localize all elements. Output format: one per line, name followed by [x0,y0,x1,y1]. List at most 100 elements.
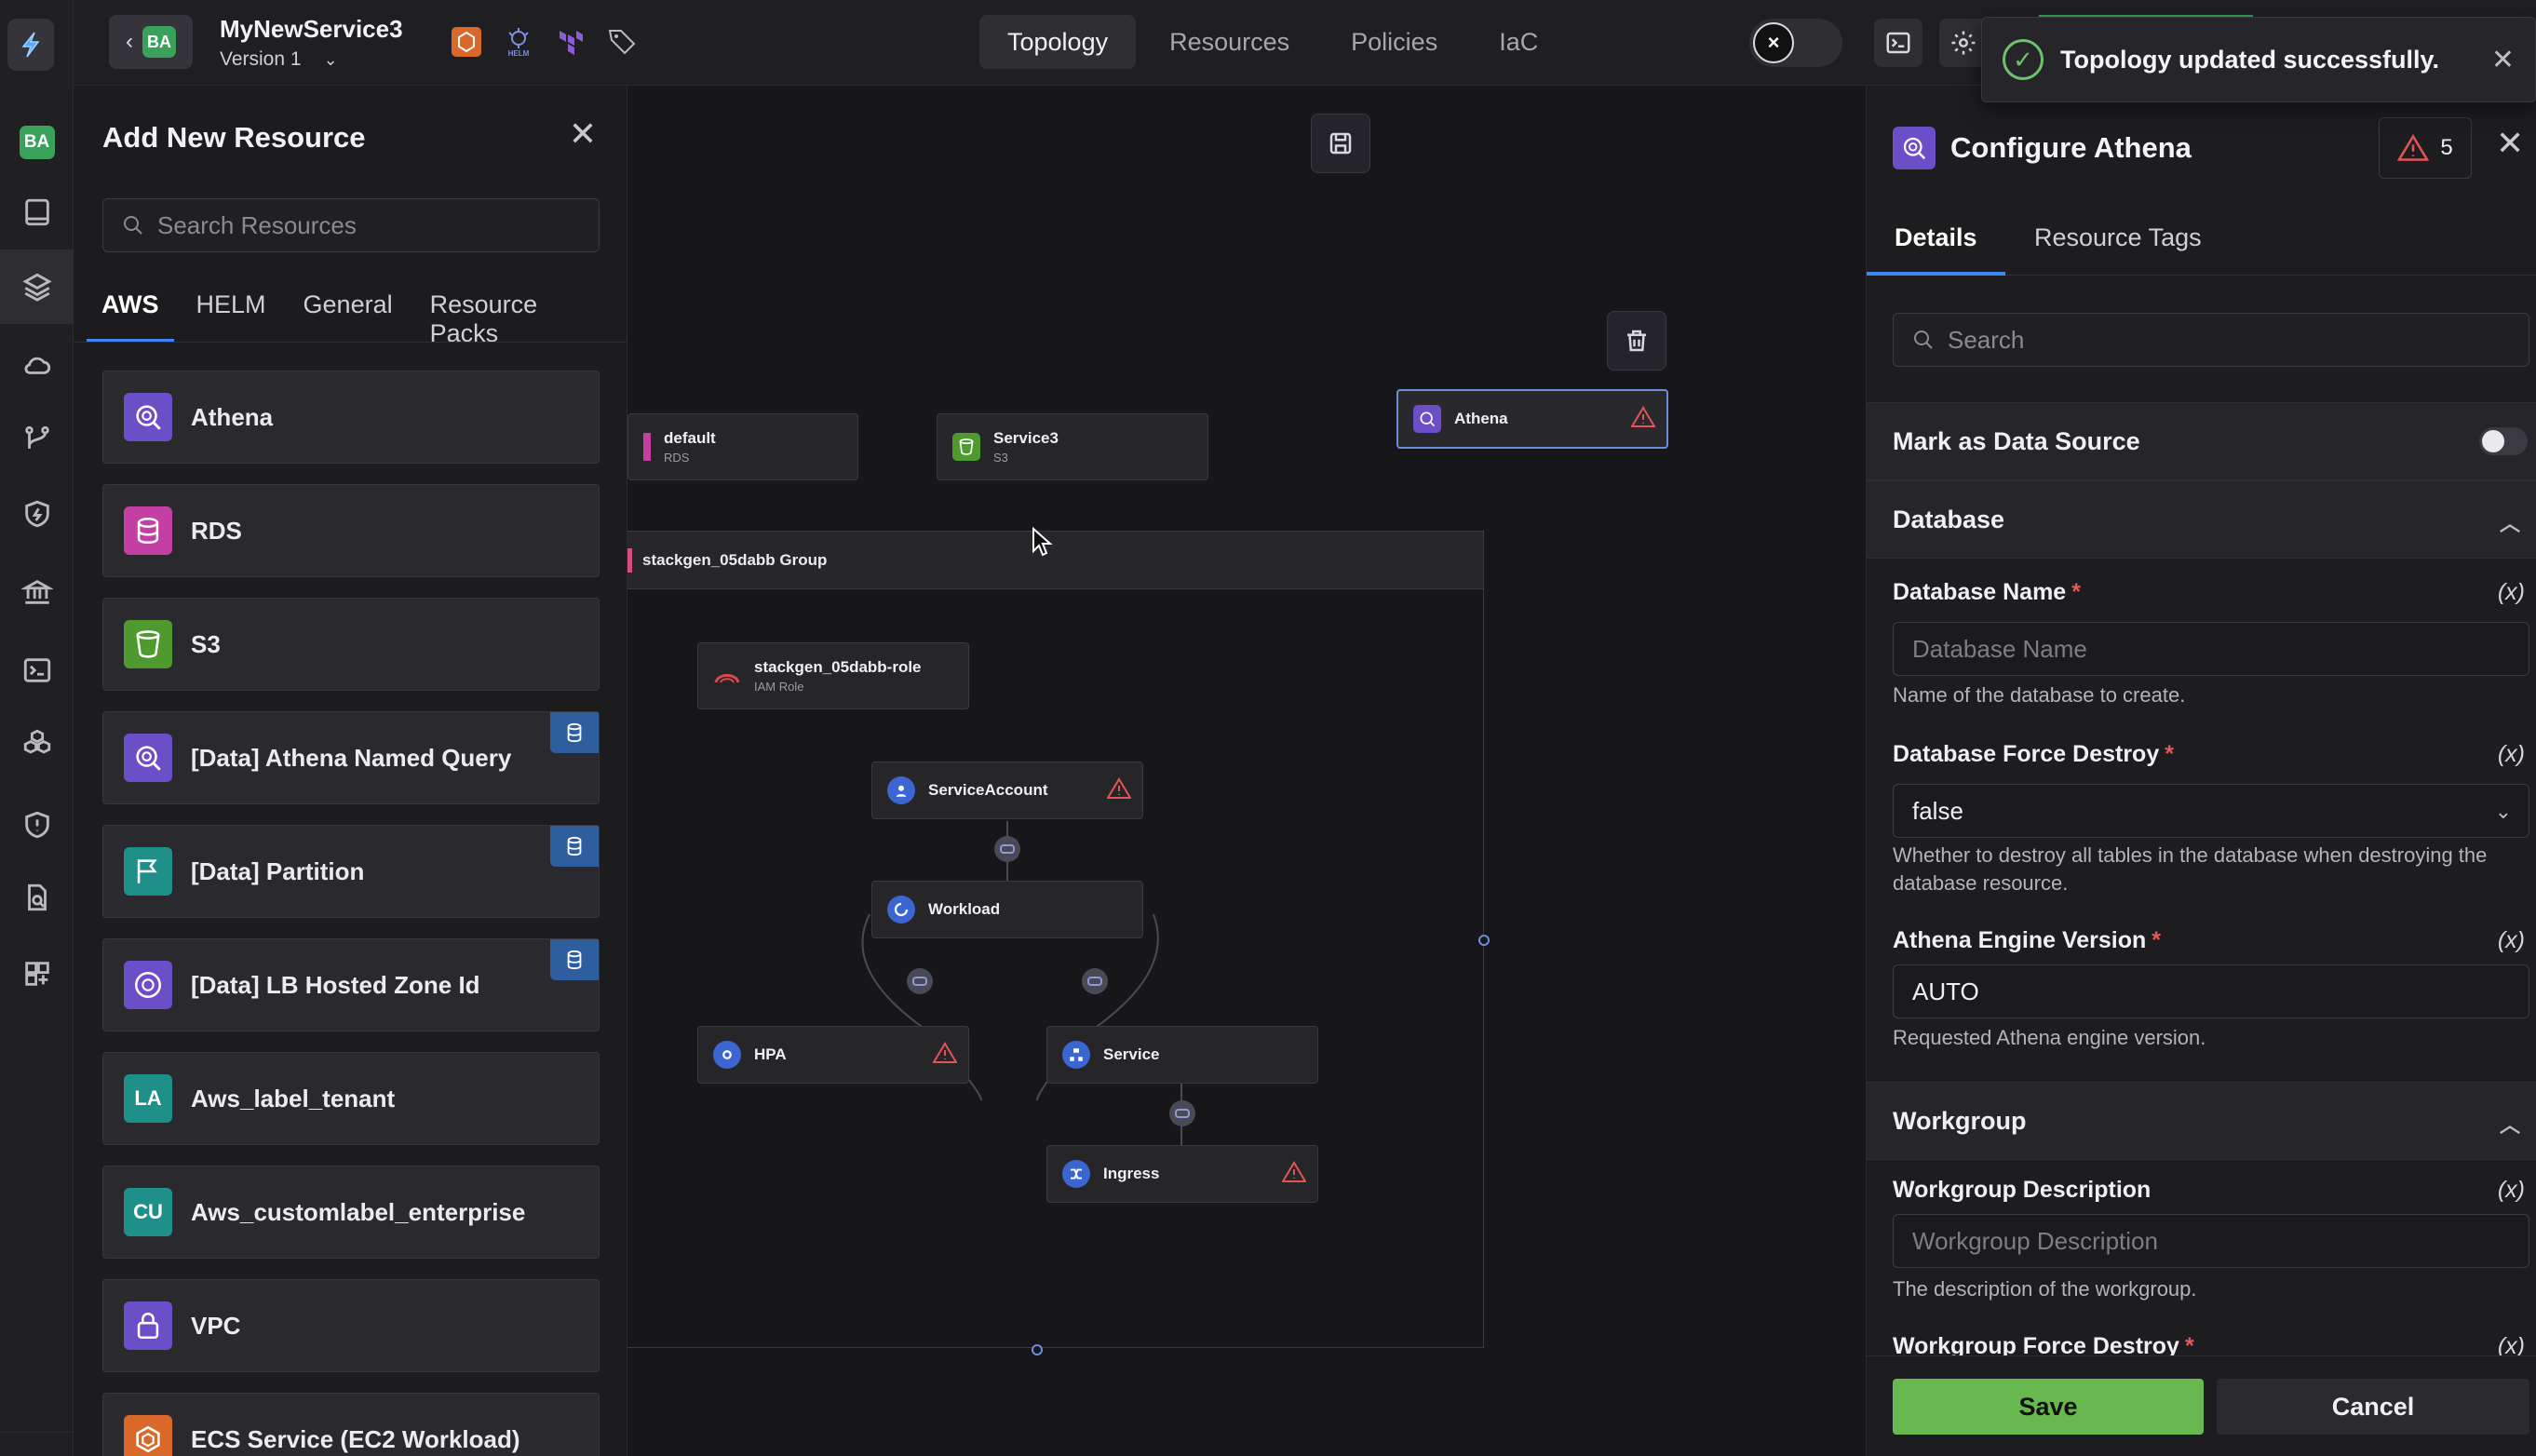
role-icon [713,662,741,690]
delete-button[interactable] [1607,311,1666,371]
workspace-badge-small: BA [142,26,176,58]
save-layout-button[interactable] [1311,114,1370,173]
rail-workspace[interactable]: BA [0,105,74,180]
chevron-left-icon: ‹ [126,29,133,54]
cubes-icon[interactable] [0,706,74,780]
version-selector[interactable]: Version 1 ⌄ [220,48,338,71]
section-workgroup[interactable]: Workgroup ︿ [1867,1082,2536,1160]
db-name-input[interactable] [1912,634,2508,664]
variable-icon[interactable]: (x) [2498,741,2525,768]
node-subtitle: S3 [993,451,1008,465]
doc-search-icon[interactable] [0,860,74,935]
warning-icon[interactable] [1106,777,1132,804]
terminal-button[interactable] [1874,19,1922,67]
edge-connector[interactable] [1082,968,1108,994]
tab-resources[interactable]: Resources [1141,15,1317,69]
warning-icon[interactable] [1281,1161,1307,1188]
node-text: default RDS [664,429,716,465]
warning-icon[interactable] [932,1042,958,1069]
close-icon[interactable]: ✕ [2496,127,2524,160]
terraform-icon[interactable] [553,24,588,60]
node-service[interactable]: Service [1046,1026,1318,1084]
data-source-toggle[interactable] [2479,427,2528,455]
helm-icon[interactable]: HELM [501,24,536,60]
terminal-icon[interactable] [0,633,74,708]
node-title: Ingress [1103,1165,1160,1182]
tab-iac[interactable]: IaC [1471,15,1566,69]
tab-topology[interactable]: Topology [979,15,1137,69]
tab-resource-tags[interactable]: Resource Tags [2006,214,2230,276]
list-item[interactable]: Athena [102,371,600,464]
list-item[interactable]: [Data] Partition [102,825,600,918]
resource-name: Athena [191,402,274,431]
k8s-hpa-icon [713,1041,741,1069]
tab-helm[interactable]: HELM [182,290,281,343]
variable-icon[interactable]: (x) [2498,579,2525,606]
apps-add-icon[interactable] [0,937,74,1011]
list-item[interactable]: LA Aws_label_tenant [102,1052,600,1145]
node-default-rds[interactable]: default RDS [627,413,858,480]
tab-policies[interactable]: Policies [1323,15,1465,69]
search-resources-input[interactable] [157,210,586,240]
close-icon[interactable]: ✕ [569,117,597,151]
node-ingress[interactable]: Ingress [1046,1145,1318,1203]
section-database[interactable]: Database ︿ [1867,480,2536,559]
back-button[interactable]: ‹ BA [109,15,193,69]
config-search [1893,313,2529,367]
db-force-select[interactable]: false ⌄ [1893,784,2529,838]
edge-connector[interactable] [907,968,933,994]
cloud-icon[interactable] [0,328,74,402]
node-service-account[interactable]: ServiceAccount [871,762,1143,819]
edge-connector[interactable] [994,836,1020,862]
mode-toggle[interactable]: × [1749,19,1842,67]
search-input[interactable] [1948,325,2506,355]
tab-resource-packs[interactable]: Resource Packs [415,290,619,347]
node-iam-role[interactable]: stackgen_05dabb-role IAM Role [697,642,969,709]
list-item[interactable]: VPC [102,1279,600,1372]
wg-desc-input[interactable] [1912,1226,2508,1256]
resize-handle[interactable] [1478,935,1490,946]
tab-aws[interactable]: AWS [87,290,174,343]
node-hpa[interactable]: HPA [697,1026,969,1084]
warning-icon[interactable] [1630,406,1656,433]
list-item[interactable]: RDS [102,484,600,577]
group-header[interactable]: stackgen_05dabb Group [627,532,1483,589]
shield-bolt-icon[interactable] [0,477,74,551]
engine-field[interactable]: AUTO [1893,964,2529,1018]
variable-icon[interactable]: (x) [2498,927,2525,954]
node-workload[interactable]: Workload [871,881,1143,938]
node-athena[interactable]: Athena [1396,389,1668,449]
list-item[interactable]: S3 [102,598,600,691]
node-service3-s3[interactable]: Service3 S3 [937,413,1208,480]
toast-notification: ✓ Topology updated successfully. ✕ [1981,17,2536,102]
list-item[interactable]: [Data] Athena Named Query [102,711,600,804]
config-tabs: Details Resource Tags [1867,214,2536,276]
tab-details[interactable]: Details [1867,214,2005,276]
node-text: Athena [1454,410,1508,428]
bank-icon[interactable] [0,555,74,629]
db-name-label: Database Name * [1893,579,2081,606]
tags-icon[interactable] [605,24,641,60]
warning-count: 5 [2440,135,2453,160]
shield-alert-icon[interactable] [0,788,74,862]
tab-general[interactable]: General [289,290,408,343]
cancel-button[interactable]: Cancel [2217,1379,2529,1435]
label-text: Database Force Destroy [1893,741,2160,767]
list-item[interactable]: [Data] LB Hosted Zone Id [102,938,600,1031]
app-logo-icon[interactable] [7,19,54,71]
save-button[interactable]: Save [1893,1379,2204,1435]
layers-icon[interactable] [0,249,74,324]
toast-close-icon[interactable]: ✕ [2491,44,2515,76]
aws-resource-icon[interactable] [449,24,484,60]
branch-icon[interactable] [0,402,74,477]
topology-canvas[interactable]: default RDS Service3 S3 Athena stackgen_… [627,86,1866,1456]
variable-icon[interactable]: (x) [2498,1177,2525,1204]
warnings-button[interactable]: 5 [2379,117,2472,179]
edge-connector[interactable] [1169,1100,1195,1126]
resource-name: [Data] LB Hosted Zone Id [191,970,480,999]
list-item[interactable]: CU Aws_customlabel_enterprise [102,1166,600,1259]
add-resource-panel: Add New Resource ✕ AWS HELM General Reso… [74,86,627,1456]
list-item[interactable]: ECS Service (EC2 Workload) [102,1393,600,1456]
book-icon[interactable] [0,175,74,249]
resize-handle[interactable] [1032,1344,1043,1355]
